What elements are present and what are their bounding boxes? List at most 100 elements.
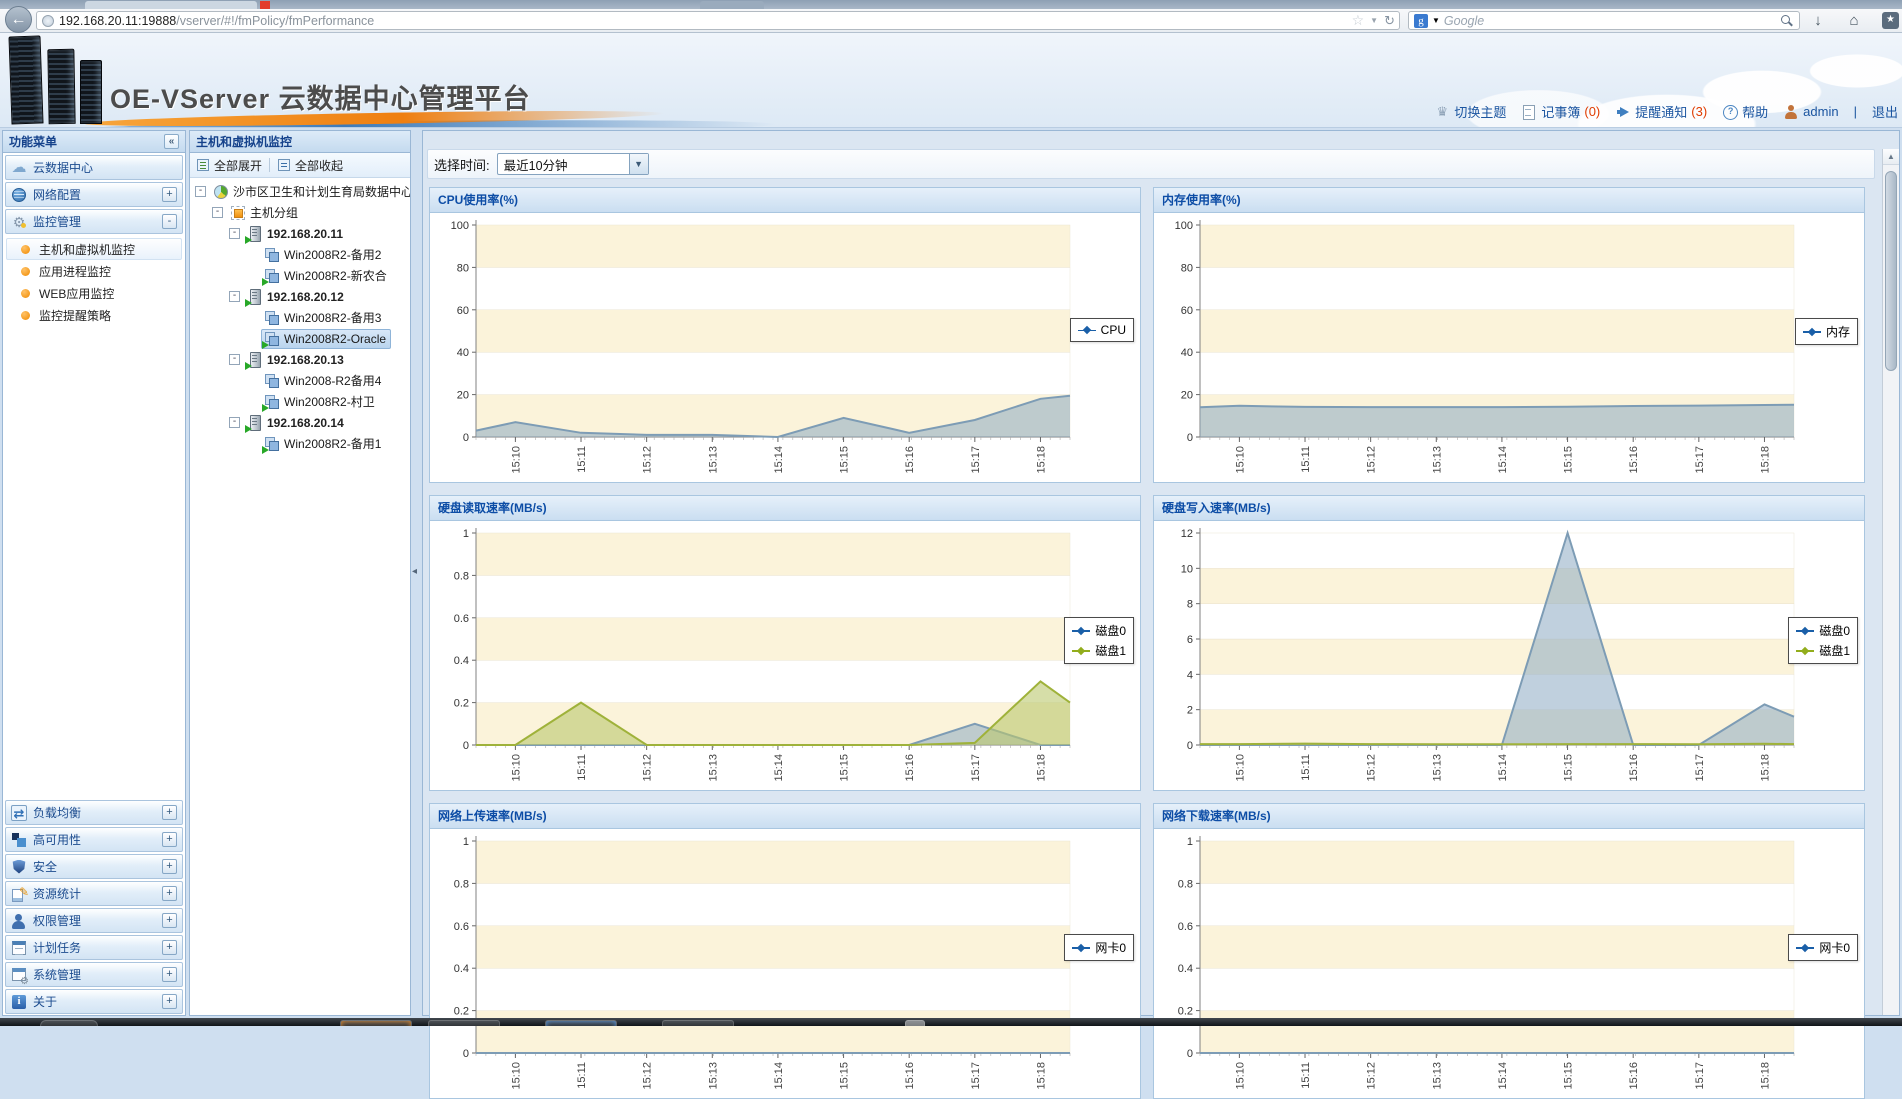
tree-node-body[interactable]: Win2008-R2备用4 (261, 370, 386, 391)
expand-toggle-button[interactable]: + (162, 832, 177, 847)
taskbar-button[interactable] (40, 1020, 98, 1026)
vertical-scrollbar[interactable]: ▲ (1882, 149, 1899, 1015)
tree-node[interactable]: -Win2008-R2备用4 (190, 370, 410, 391)
tree-node-body[interactable]: Win2008R2-Oracle (261, 329, 391, 349)
tree-node[interactable]: -Win2008R2-备用2 (190, 244, 410, 265)
sidebar-item-security[interactable]: 安全+ (5, 854, 183, 879)
tree-node-body[interactable]: 192.168.20.14 (244, 413, 349, 433)
search-bar[interactable]: g ▼ Google (1408, 11, 1800, 30)
tree-node-body[interactable]: 192.168.20.11 (244, 224, 348, 244)
tree-node[interactable]: -192.168.20.14 (190, 412, 410, 433)
tree-node[interactable]: -Win2008R2-新农合 (190, 265, 410, 286)
sidebar-subitem-monitor-alert-policy[interactable]: 监控提醒策略 (6, 304, 182, 326)
search-engine-dropdown-icon[interactable]: ▼ (1432, 16, 1440, 25)
panel-splitter[interactable] (414, 130, 419, 1016)
tree-node[interactable]: -Win2008R2-备用1 (190, 433, 410, 454)
expand-all-button[interactable]: 全部展开 (196, 157, 262, 174)
tree-node[interactable]: -Win2008R2-备用3 (190, 307, 410, 328)
url-text[interactable]: 192.168.20.11:19888/vserver/#!/fmPolicy/… (59, 14, 1348, 28)
admin-link[interactable]: admin (1783, 104, 1838, 120)
chevron-down-icon[interactable]: ▼ (629, 154, 648, 174)
tree-node-body[interactable]: 沙市区卫生和计划生育局数据中心 (210, 181, 410, 202)
sidebar-item-permissions[interactable]: 权限管理+ (5, 908, 183, 933)
sidebar-item-about[interactable]: 关于+ (5, 989, 183, 1014)
tree-node-body[interactable]: Win2008R2-备用3 (261, 307, 386, 328)
expand-toggle-button[interactable]: + (162, 859, 177, 874)
url-bar[interactable]: 192.168.20.11:19888/vserver/#!/fmPolicy/… (36, 11, 1400, 30)
expand-toggle-button[interactable]: + (162, 805, 177, 820)
expand-toggle-button[interactable]: + (162, 913, 177, 928)
tree-expander-icon[interactable]: - (229, 228, 240, 239)
expand-toggle-button[interactable]: + (162, 994, 177, 1009)
legend-item[interactable]: 磁盘1 (1796, 642, 1850, 659)
tree-expander-icon[interactable]: - (212, 207, 223, 218)
tree-node-body[interactable]: 主机分组 (227, 202, 303, 223)
tree-node-body[interactable]: Win2008R2-备用1 (261, 433, 386, 454)
time-range-select[interactable]: 最近10分钟 ▼ (497, 153, 649, 175)
sidebar-item-monitoring[interactable]: 监控管理- (5, 209, 183, 234)
tree-node[interactable]: -沙市区卫生和计划生育局数据中心 (190, 181, 410, 202)
windows-taskbar[interactable] (0, 1018, 1902, 1026)
tree-node-body[interactable]: Win2008R2-备用2 (261, 244, 386, 265)
sidebar-item-load-balance[interactable]: 负载均衡+ (5, 800, 183, 825)
expand-toggle-button[interactable]: - (162, 214, 177, 229)
google-logo-icon[interactable]: g (1414, 14, 1428, 28)
bookmarks-icon[interactable]: ★ (1882, 12, 1899, 29)
notebook-link[interactable]: 记事簿(0) (1521, 102, 1600, 121)
sidebar-item-cloud-datacenter[interactable]: 云数据中心 (5, 155, 183, 180)
taskbar-button[interactable] (662, 1020, 734, 1026)
expand-toggle-button[interactable]: + (162, 187, 177, 202)
back-button[interactable]: ← (5, 6, 32, 33)
tree-expander-icon[interactable]: - (229, 291, 240, 302)
notifications-link[interactable]: 提醒通知(3) (1615, 102, 1707, 121)
reload-icon[interactable]: ↻ (1384, 13, 1395, 29)
taskbar-button[interactable] (905, 1020, 925, 1026)
tree-node-body[interactable]: 192.168.20.13 (244, 350, 349, 370)
legend-item[interactable]: 磁盘0 (1072, 622, 1126, 639)
url-dropdown-icon[interactable]: ▼ (1370, 16, 1378, 25)
legend-item[interactable]: 磁盘1 (1072, 642, 1126, 659)
bookmark-star-icon[interactable]: ☆ (1352, 12, 1365, 29)
help-link[interactable]: 帮助 (1722, 102, 1768, 121)
theme-switch-link[interactable]: 切换主题 (1434, 102, 1506, 121)
tree-node[interactable]: -Win2008R2-Oracle (190, 328, 410, 349)
collapse-all-button[interactable]: 全部收起 (277, 157, 343, 174)
sidebar-item-scheduled-tasks[interactable]: 计划任务+ (5, 935, 183, 960)
legend-item[interactable]: 磁盘0 (1796, 622, 1850, 639)
logout-link[interactable]: 退出 (1872, 102, 1898, 121)
scrollbar-thumb[interactable] (1885, 171, 1897, 371)
search-input[interactable]: Google (1444, 14, 1775, 28)
taskbar-button[interactable] (428, 1020, 500, 1026)
taskbar-button[interactable] (340, 1020, 412, 1026)
tree-node[interactable]: -192.168.20.11 (190, 223, 410, 244)
download-icon[interactable]: ↓ (1808, 11, 1828, 30)
tree-node-body[interactable]: 192.168.20.12 (244, 287, 349, 307)
tree-expander-icon[interactable]: - (195, 186, 206, 197)
search-icon[interactable] (1779, 13, 1794, 28)
expand-toggle-button[interactable]: + (162, 967, 177, 982)
browser-tab-inactive[interactable] (700, 1, 764, 9)
sidebar-subitem-web-app-monitor[interactable]: WEB应用监控 (6, 282, 182, 304)
tree-node[interactable]: -主机分组 (190, 202, 410, 223)
tree-node[interactable]: -Win2008R2-村卫 (190, 391, 410, 412)
home-icon[interactable]: ⌂ (1844, 11, 1864, 30)
tree-node[interactable]: -192.168.20.13 (190, 349, 410, 370)
tree-expander-icon[interactable]: - (229, 417, 240, 428)
scroll-up-arrow[interactable]: ▲ (1883, 149, 1899, 165)
tree-node-body[interactable]: Win2008R2-新农合 (261, 265, 392, 286)
tree-expander-icon[interactable]: - (229, 354, 240, 365)
expand-toggle-button[interactable]: + (162, 886, 177, 901)
tree-node[interactable]: -192.168.20.12 (190, 286, 410, 307)
sidebar-collapse-button[interactable]: « (164, 134, 179, 149)
legend-item[interactable]: 内存 (1803, 323, 1850, 340)
sidebar-item-high-availability[interactable]: 高可用性+ (5, 827, 183, 852)
legend-item[interactable]: 网卡0 (1796, 939, 1850, 956)
legend-item[interactable]: CPU (1078, 323, 1126, 337)
sidebar-subitem-host-vm-monitor[interactable]: 主机和虚拟机监控 (6, 238, 182, 260)
taskbar-button[interactable] (545, 1020, 617, 1026)
expand-toggle-button[interactable]: + (162, 940, 177, 955)
sidebar-item-network-config[interactable]: 网络配置+ (5, 182, 183, 207)
sidebar-item-system-management[interactable]: 系统管理+ (5, 962, 183, 987)
legend-item[interactable]: 网卡0 (1072, 939, 1126, 956)
sidebar-subitem-app-process-monitor[interactable]: 应用进程监控 (6, 260, 182, 282)
